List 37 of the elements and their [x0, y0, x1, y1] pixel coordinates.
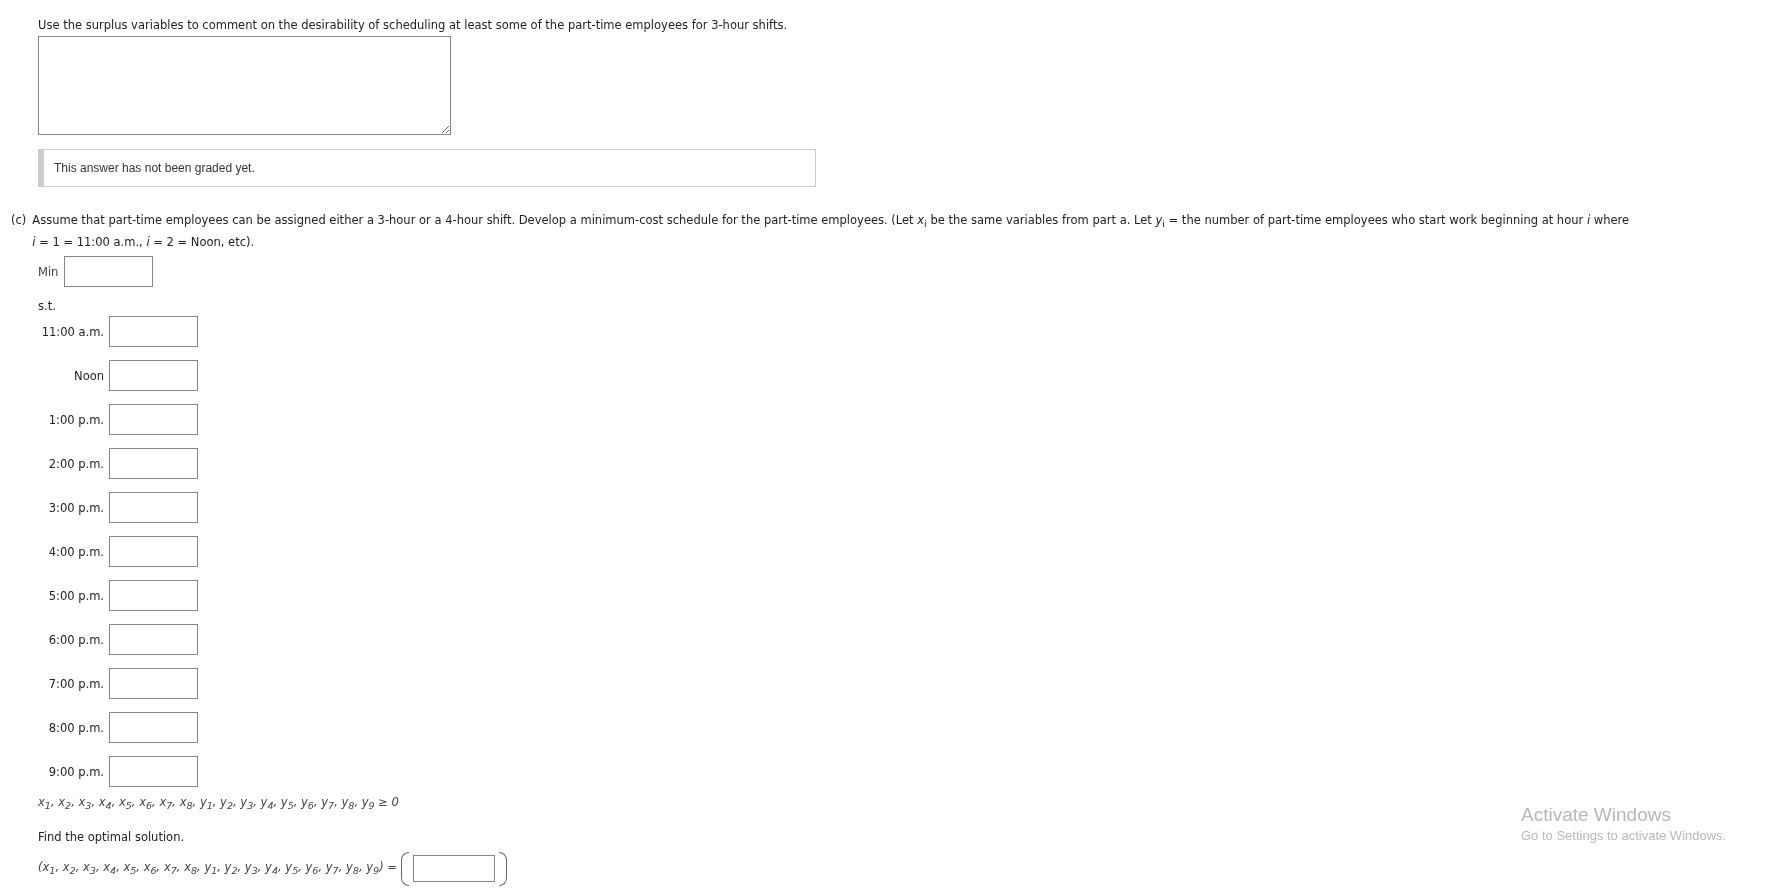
constraint-label: 9:00 p.m.: [47, 764, 104, 779]
part-label: (c): [11, 212, 27, 229]
question-text: Assume that part-time employees can be assigned either a 3-hour or a 4-hour shift. Develop a minimum-cost schedule for the part-time employees. (Let x$_{i}$ be the same variables from part a. Let y$_{i}$ = the number of part-time employees who start work beginning at hour i where: [32, 212, 1630, 232]
constraint-input[interactable]: [109, 536, 198, 568]
activation-notice-title: Activate Windows: [1521, 803, 1672, 827]
constraint-input[interactable]: [109, 756, 198, 788]
objective-input[interactable]: [64, 256, 154, 288]
instruction-text: Find the optimal solution.: [38, 828, 185, 846]
constraint-input[interactable]: [109, 448, 198, 480]
activation-notice-text: Go to Settings to activate Windows.: [1521, 827, 1727, 845]
question-text: i = 1 = 11:00 a.m., i = 2 = Noon, etc).: [32, 234, 256, 252]
question-text: Use the surplus variables to comment on the desirability of scheduling at least some of the part-time employees for 3-hour shifts.: [38, 17, 789, 33]
subject-to-label: s.t.: [38, 298, 57, 315]
constraint-label: 8:00 p.m.: [47, 720, 104, 735]
constraint-label: 6:00 p.m.: [47, 632, 104, 647]
constraint-label: 2:00 p.m.: [47, 456, 104, 471]
constraint-label: 7:00 p.m.: [47, 676, 104, 691]
nonnegativity-constraint: x$_{1}$, x$_{2}$, x$_{3}$, x$_{4}$, x$_{5}$, x$_{6}$, x$_{7}$, x$_{8}$, y$_{1}$, y$_{2}$, y$_{3}$, y$_{4}$, y$_{5}$, y$_{6}$, y$_{7}$, y$_{8}$, y$_{9}$ ≥ 0: [38, 794, 399, 814]
constraint-input[interactable]: [109, 360, 198, 392]
constraint-label: 11:00 a.m.: [40, 324, 104, 339]
constraint-label: 3:00 p.m.: [47, 500, 104, 515]
constraint-input[interactable]: [109, 316, 198, 348]
grading-notice: This answer has not been graded yet.: [38, 149, 816, 187]
constraint-input[interactable]: [109, 712, 198, 744]
constraint-input[interactable]: [109, 624, 198, 656]
constraint-input[interactable]: [109, 580, 198, 612]
constraint-label: 1:00 p.m.: [47, 412, 104, 427]
constraint-label: 5:00 p.m.: [47, 588, 104, 603]
solution-input[interactable]: [412, 855, 495, 883]
constraint-input[interactable]: [109, 404, 198, 436]
objective-label: Min: [38, 264, 59, 279]
constraint-label: Noon: [73, 368, 104, 383]
answer-textarea[interactable]: [38, 36, 451, 135]
constraint-input[interactable]: [109, 668, 198, 700]
solution-vector-label: (x$_{1}$, x$_{2}$, x$_{3}$, x$_{4}$, x$_{5}$, x$_{6}$, x$_{7}$, x$_{8}$, y$_{1}$, y$_{2}$, y$_{3}$, y$_{4}$, y$_{5}$, y$_{6}$, y$_{7}$, y$_{8}$, y$_{9}$) =: [38, 860, 397, 877]
constraint-input[interactable]: [109, 492, 198, 524]
constraint-label: 4:00 p.m.: [47, 544, 104, 559]
